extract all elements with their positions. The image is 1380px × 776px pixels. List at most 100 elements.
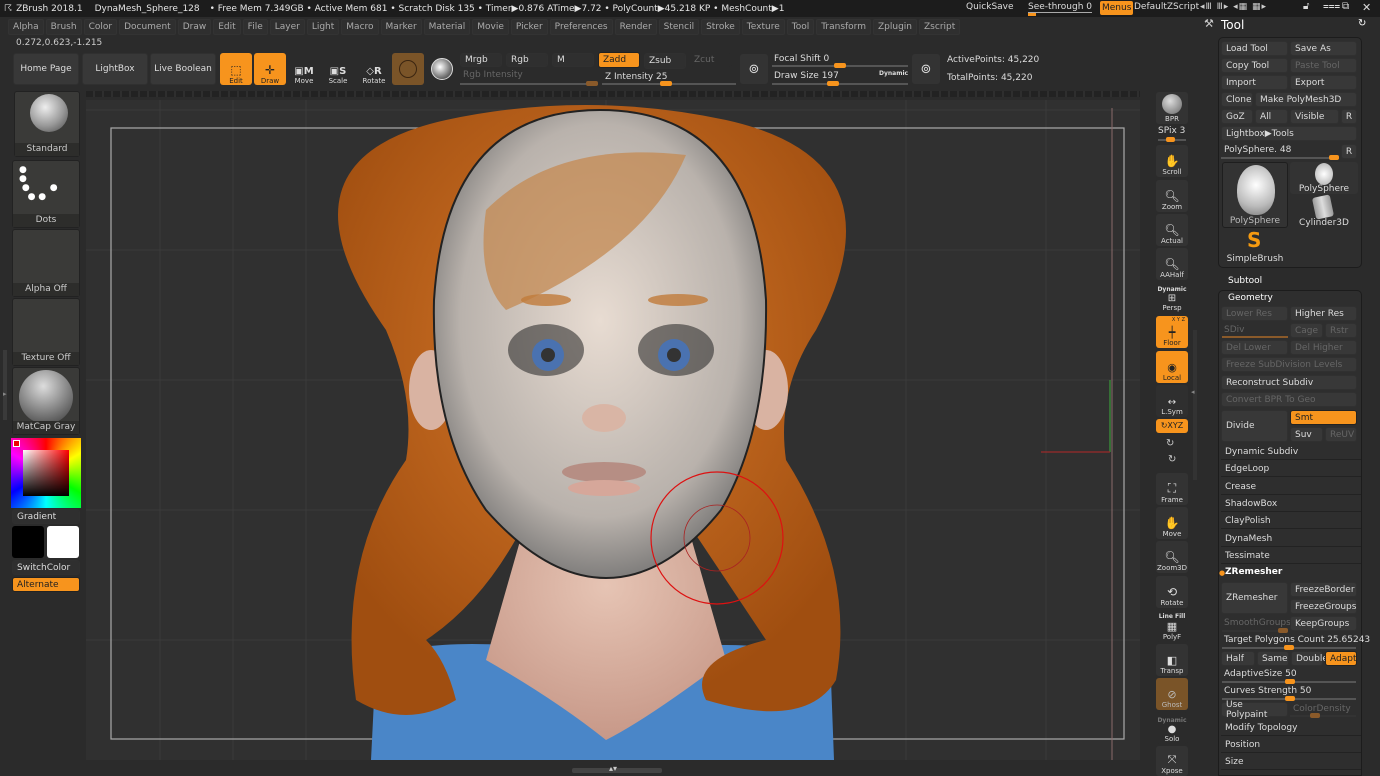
menu-tool[interactable]: Tool xyxy=(786,18,815,35)
draw-size-slider[interactable] xyxy=(772,81,908,86)
layout-arrows-icon[interactable]: ◂Ⅲ Ⅲ▸ ◂▦ ▦▸ xyxy=(1200,2,1267,12)
section-claypolish[interactable]: ClayPolish xyxy=(1221,513,1361,530)
lightbox-button[interactable]: LightBox xyxy=(82,53,148,85)
rotate-z-icon[interactable]: ↻ xyxy=(1168,454,1176,465)
rgb-intensity-slider[interactable] xyxy=(460,81,598,86)
right-tray-toggle-icon[interactable]: ◂ xyxy=(1191,388,1195,396)
move-view-button[interactable]: ✋ Move xyxy=(1156,507,1188,539)
export-button[interactable]: Export xyxy=(1290,75,1357,90)
draw-mode-button[interactable]: ✛ Draw xyxy=(254,53,286,85)
zadd-button[interactable]: Zadd xyxy=(598,52,640,68)
transp-button[interactable]: ◧ Transp xyxy=(1156,644,1188,676)
tool-selector-slider[interactable] xyxy=(1221,155,1339,160)
material-selector[interactable]: MatCap Gray xyxy=(12,367,80,435)
see-through-slider[interactable]: See-through 0 xyxy=(1028,2,1092,13)
menu-zplugin[interactable]: Zplugin xyxy=(873,18,918,35)
keep-groups-toggle[interactable]: KeepGroups xyxy=(1290,616,1357,631)
solo-dynamic-label[interactable]: Dynamic xyxy=(1157,717,1186,724)
modify-topology-section[interactable]: Modify Topology xyxy=(1221,720,1361,736)
rgb-intensity-knob[interactable] xyxy=(586,81,598,86)
actual-button[interactable]: 🔍︎ Actual xyxy=(1156,214,1188,246)
section-tessimate[interactable]: Tessimate xyxy=(1221,548,1361,564)
default-zscript-button[interactable]: DefaultZScript xyxy=(1134,2,1199,12)
lightbox-tools-button[interactable]: Lightbox▶Tools xyxy=(1221,126,1357,141)
bottom-tray-toggle-icon[interactable]: ▴▾ xyxy=(609,764,617,773)
tool-panel-reset-icon[interactable]: ↻ xyxy=(1358,18,1366,29)
del-higher-button[interactable]: Del Higher xyxy=(1290,340,1357,355)
left-scrollbar[interactable] xyxy=(3,350,7,420)
menu-draw[interactable]: Draw xyxy=(177,18,212,35)
menu-material[interactable]: Material xyxy=(423,18,471,35)
target-polygons-slider[interactable] xyxy=(1222,645,1356,650)
texture-selector[interactable]: Texture Off xyxy=(12,298,80,366)
move-mode-button[interactable]: ▣M Move xyxy=(288,53,320,85)
menu-stencil[interactable]: Stencil xyxy=(658,18,700,35)
freeze-subdivision-levels-button[interactable]: Freeze SubDivision Levels xyxy=(1221,357,1357,372)
reconstruct-subdiv-button[interactable]: Reconstruct Subdiv xyxy=(1221,375,1357,390)
menu-macro[interactable]: Macro xyxy=(341,18,379,35)
menu-render[interactable]: Render xyxy=(614,18,657,35)
color-density-knob[interactable] xyxy=(1310,713,1320,718)
menu-transform[interactable]: Transform xyxy=(816,18,871,35)
adapt-toggle[interactable]: Adapt xyxy=(1325,651,1357,666)
menu-light[interactable]: Light xyxy=(306,18,340,35)
menu-texture[interactable]: Texture xyxy=(741,18,785,35)
mrgb-button[interactable]: Mrgb xyxy=(460,53,502,67)
import-button[interactable]: Import xyxy=(1221,75,1288,90)
half-button[interactable]: Half xyxy=(1221,651,1255,666)
smooth-groups-knob[interactable] xyxy=(1278,628,1288,633)
rotate-xyz-button[interactable]: ↻XYZ xyxy=(1156,419,1188,433)
reuv-toggle[interactable]: ReUV xyxy=(1325,427,1357,442)
sdiv-slider[interactable] xyxy=(1222,336,1288,338)
material-sphere-button[interactable] xyxy=(428,55,456,83)
color-saturation-square[interactable] xyxy=(23,450,69,496)
see-through-knob[interactable] xyxy=(1028,13,1036,16)
xpose-button[interactable]: ⤧ Xpose xyxy=(1156,746,1188,776)
tool-selector-knob[interactable] xyxy=(1329,155,1339,160)
live-boolean-button[interactable]: Live Boolean xyxy=(150,53,216,85)
rstr-button[interactable]: Rstr xyxy=(1325,323,1357,338)
gradient-button[interactable]: Gradient xyxy=(12,509,80,524)
menu-movie[interactable]: Movie xyxy=(472,18,509,35)
del-lower-button[interactable]: Del Lower xyxy=(1221,340,1288,355)
menu-stroke[interactable]: Stroke xyxy=(701,18,740,35)
tool-thumb-polysphere[interactable]: PolySphere xyxy=(1290,162,1358,194)
focal-shift-slider[interactable] xyxy=(772,63,908,68)
alternate-button[interactable]: Alternate xyxy=(12,577,80,592)
solo-button[interactable]: Dynamic ● Solo xyxy=(1156,712,1188,744)
section-edgeloop[interactable]: EdgeLoop xyxy=(1221,461,1361,478)
size-section[interactable]: Size xyxy=(1221,754,1361,770)
menu-edit[interactable]: Edit xyxy=(213,18,241,35)
rotate-mode-button[interactable]: ◇R Rotate xyxy=(358,53,390,85)
local-button[interactable]: ◉ Local xyxy=(1156,351,1188,383)
lsym-button[interactable]: ↔ L.Sym xyxy=(1156,385,1188,417)
zoom3d-button[interactable]: 🔍︎ Zoom3D xyxy=(1156,541,1188,573)
quicksave-button[interactable]: QuickSave xyxy=(966,2,1014,12)
section-dynamic-subdiv[interactable]: Dynamic Subdiv xyxy=(1221,444,1361,460)
same-button[interactable]: Same xyxy=(1257,651,1289,666)
goz-r-button[interactable]: R xyxy=(1341,109,1357,124)
draw-size-knob[interactable] xyxy=(827,81,839,86)
lazy-mouse-d-icon[interactable]: ⊚ xyxy=(912,54,940,84)
tool-thumb-polysphere-active[interactable]: PolySphere xyxy=(1222,162,1288,228)
frame-button[interactable]: ⛶ Frame xyxy=(1156,473,1188,505)
lazy-mouse-s-icon[interactable]: ⊚ xyxy=(740,54,768,84)
menu-layer[interactable]: Layer xyxy=(269,18,305,35)
target-polygons-knob[interactable] xyxy=(1284,645,1294,650)
position-section[interactable]: Position xyxy=(1221,737,1361,753)
bpr-button[interactable]: BPR xyxy=(1156,92,1188,124)
persp-button[interactable]: Dynamic ⊞ Persp xyxy=(1156,281,1188,313)
stroke-selector[interactable]: ● ● ● ● ● ● Dots xyxy=(12,160,80,228)
clone-button[interactable]: Clone xyxy=(1221,92,1253,107)
section-dynamesh[interactable]: DynaMesh xyxy=(1221,531,1361,547)
menu-picker[interactable]: Picker xyxy=(510,18,548,35)
menu-brush[interactable]: Brush xyxy=(45,18,82,35)
section-crease[interactable]: Crease xyxy=(1221,479,1361,495)
linefill-label[interactable]: Line Fill xyxy=(1159,613,1186,620)
scroll-button[interactable]: ✋ Scroll xyxy=(1156,145,1188,177)
floor-button[interactable]: X Y Z ┿ Floor xyxy=(1156,316,1188,348)
zoom-button[interactable]: 🔍︎ Zoom xyxy=(1156,180,1188,212)
color-picker[interactable] xyxy=(11,438,81,508)
home-page-button[interactable]: Home Page xyxy=(13,53,79,85)
tool-thumb-simplebrush[interactable]: S SimpleBrush xyxy=(1222,228,1288,264)
